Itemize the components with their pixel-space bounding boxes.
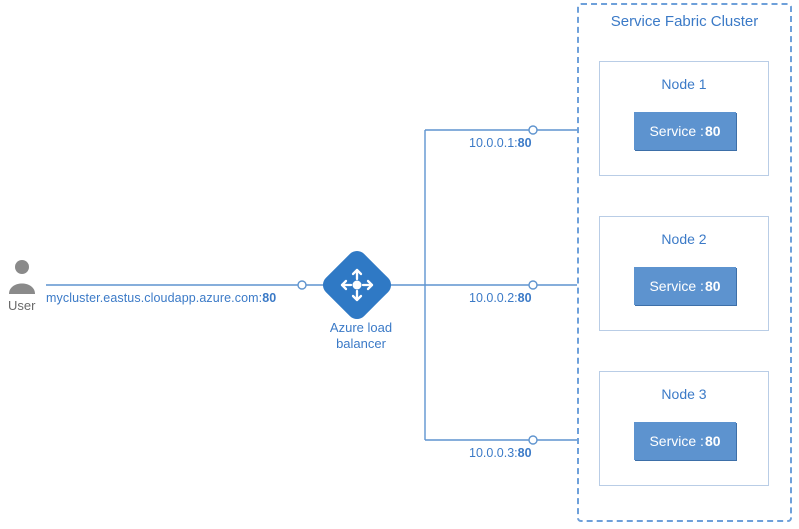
cluster-container: Service Fabric Cluster Node 1 Service :8… — [577, 3, 792, 522]
branch-ip-3-host: 10.0.0.3: — [469, 446, 518, 460]
node-2-title: Node 2 — [600, 231, 768, 247]
node-1-title: Node 1 — [600, 76, 768, 92]
branch-ip-2: 10.0.0.2:80 — [469, 291, 532, 305]
user-icon — [7, 258, 37, 294]
branch-ip-1-host: 10.0.0.1: — [469, 136, 518, 150]
diagram-stage: User mycluster.eastus.cloudapp.azure.com… — [0, 0, 799, 529]
node-2-service-port: 80 — [705, 278, 721, 294]
node-3-title: Node 3 — [600, 386, 768, 402]
node-1-service-port: 80 — [705, 123, 721, 139]
branch-ip-3-port: 80 — [518, 446, 532, 460]
node-3: Node 3 Service :80 — [599, 371, 769, 486]
cluster-url: mycluster.eastus.cloudapp.azure.com:80 — [46, 291, 276, 305]
branch-ip-1: 10.0.0.1:80 — [469, 136, 532, 150]
node-2-service: Service :80 — [634, 267, 736, 305]
node-1-service-label: Service : — [649, 123, 703, 139]
load-balancer-label: Azure load balancer — [326, 320, 396, 353]
branch-ip-2-host: 10.0.0.2: — [469, 291, 518, 305]
load-balancer-icon — [330, 258, 384, 312]
node-1: Node 1 Service :80 — [599, 61, 769, 176]
cluster-title: Service Fabric Cluster — [579, 13, 790, 30]
cluster-url-host: mycluster.eastus.cloudapp.azure.com: — [46, 291, 262, 305]
user-label: User — [8, 298, 35, 313]
node-2: Node 2 Service :80 — [599, 216, 769, 331]
node-3-service-port: 80 — [705, 433, 721, 449]
branch-ip-2-port: 80 — [518, 291, 532, 305]
node-3-service-label: Service : — [649, 433, 703, 449]
branch-ip-3: 10.0.0.3:80 — [469, 446, 532, 460]
node-2-service-label: Service : — [649, 278, 703, 294]
node-3-service: Service :80 — [634, 422, 736, 460]
node-1-service: Service :80 — [634, 112, 736, 150]
cluster-url-port: 80 — [262, 291, 276, 305]
branch-ip-1-port: 80 — [518, 136, 532, 150]
